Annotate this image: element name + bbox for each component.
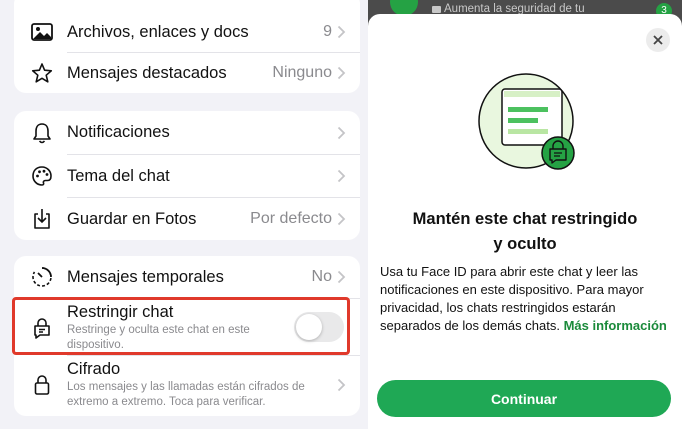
- sheet-title-line2: y oculto: [493, 235, 557, 253]
- notifications-label: Notificaciones: [67, 123, 170, 141]
- chevron-right-icon: [337, 126, 346, 139]
- sheet-description: Usa tu Face ID para abrir este chat y le…: [380, 263, 668, 335]
- disappearing-messages-label: Mensajes temporales: [67, 267, 224, 286]
- bell-icon: [30, 121, 54, 145]
- encryption-label: Cifrado: [67, 360, 121, 378]
- chat-theme-label: Tema del chat: [67, 166, 170, 185]
- chevron-right-icon: [337, 378, 346, 392]
- chevron-right-icon: [337, 169, 346, 183]
- chevron-right-icon: [337, 25, 346, 39]
- photo-icon: [30, 20, 54, 44]
- starred-messages-value: Ninguno: [272, 64, 332, 81]
- disappearing-messages-row[interactable]: Mensajes temporales No: [14, 256, 360, 298]
- starred-messages-label: Mensajes destacados: [67, 63, 227, 82]
- encryption-subtitle: Los mensajes y las llamadas están cifrad…: [67, 381, 305, 408]
- close-icon: [653, 35, 663, 45]
- chevron-right-icon: [337, 66, 346, 80]
- notifications-row[interactable]: Notificaciones: [14, 111, 360, 154]
- chat-theme-row[interactable]: Tema del chat: [14, 155, 360, 197]
- save-to-photos-row[interactable]: Guardar en Fotos Por defecto: [14, 198, 360, 240]
- palette-icon: [30, 164, 54, 188]
- video-icon: [432, 6, 441, 13]
- locked-chat-illustration-icon: [478, 73, 575, 170]
- star-icon: [30, 61, 54, 85]
- restrict-chat-sheet-area: Aumenta la seguridad de tu 3 Mantén este…: [368, 0, 682, 429]
- starred-messages-row[interactable]: Mensajes destacados Ninguno: [14, 53, 360, 93]
- chevron-right-icon: [337, 212, 346, 226]
- download-icon: [30, 207, 54, 231]
- files-links-docs-row[interactable]: Archivos, enlaces y docs 9: [14, 12, 360, 52]
- chevron-right-icon: [337, 270, 346, 284]
- save-to-photos-value: Por defecto: [250, 210, 332, 227]
- sheet-title: Mantén este chat restringido y oculto: [368, 207, 682, 257]
- files-count: 9: [323, 23, 332, 40]
- encryption-row[interactable]: Cifrado Los mensajes y las llamadas está…: [14, 356, 360, 414]
- media-card: Archivos, enlaces y docs 9 Mensajes dest…: [14, 0, 360, 93]
- timer-icon: [30, 265, 54, 289]
- save-to-photos-label: Guardar en Fotos: [67, 209, 197, 228]
- continue-button[interactable]: Continuar: [377, 380, 671, 417]
- more-info-link[interactable]: Más información: [564, 318, 667, 333]
- chat-info-panel: Archivos, enlaces y docs 9 Mensajes dest…: [0, 0, 368, 429]
- files-links-docs-label: Archivos, enlaces y docs: [67, 22, 249, 41]
- close-button[interactable]: [646, 28, 670, 52]
- lock-icon: [30, 373, 54, 397]
- disappearing-messages-value: No: [311, 268, 332, 285]
- restrict-chat-highlight: [12, 297, 350, 355]
- sheet-title-line1: Mantén este chat restringido: [412, 210, 638, 228]
- bottom-sheet: Mantén este chat restringido y oculto Us…: [368, 14, 682, 429]
- chat-settings-card: Notificaciones Tema del chat Guardar en …: [14, 111, 360, 240]
